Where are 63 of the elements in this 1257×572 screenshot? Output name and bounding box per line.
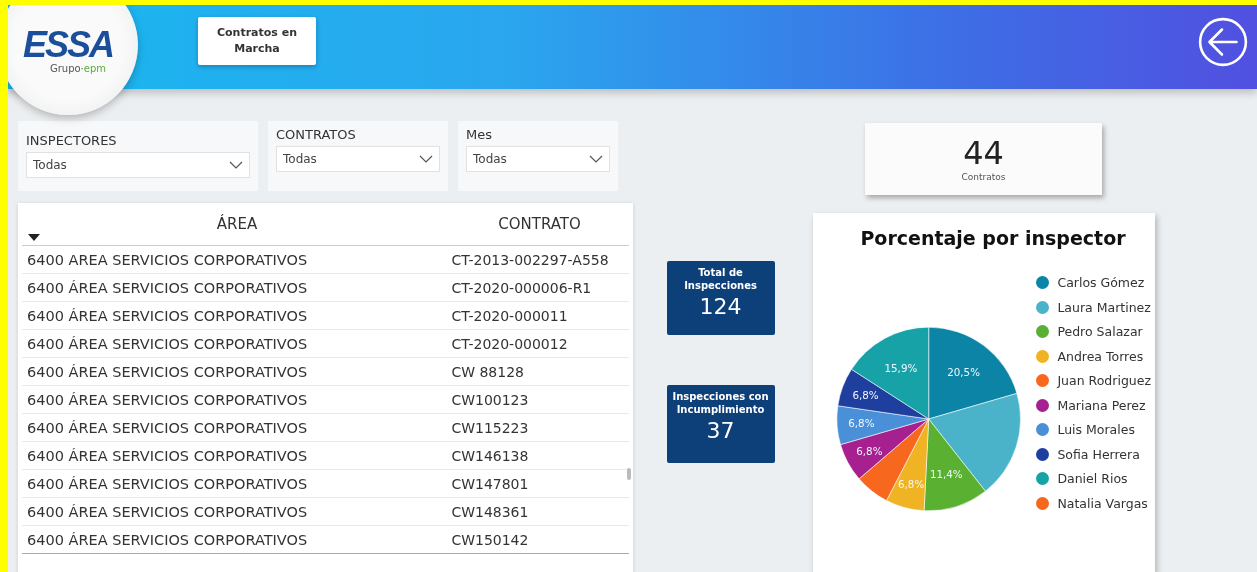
table-cell-text: CW115223 <box>450 419 530 436</box>
sort-down-icon[interactable] <box>28 234 40 241</box>
filter-label: INSPECTORES <box>26 133 118 148</box>
chevron-down-icon <box>229 161 243 169</box>
table-cell-text: CT-2020-000011 <box>450 307 569 324</box>
legend-label: Daniel Rios <box>1057 471 1128 486</box>
legend-label: Andrea Torres <box>1057 348 1144 364</box>
logo-text: ESSA <box>22 26 113 63</box>
kpi-label: Inspecciones con Incumplimiento <box>671 390 770 416</box>
filter-dropdown[interactable]: Todas <box>466 146 610 172</box>
legend-label: Sofia Herrera <box>1057 446 1140 462</box>
table-cell-text: CW 88128 <box>450 363 525 380</box>
table-cell-text: 6400 ÁREA SERVICIOS CORPORATIVOS <box>26 419 309 436</box>
table-cell-text: 6400 ÁREA SERVICIOS CORPORATIVOS <box>26 307 309 324</box>
table-cell-text: 6400 ÁREA SERVICIOS CORPORATIVOS <box>26 335 309 352</box>
contracts-value: 44 <box>963 136 1004 172</box>
filter-label: CONTRATOS <box>276 127 357 142</box>
legend-label: Pedro Salazar <box>1057 324 1143 339</box>
slice-label: 15,9% <box>884 361 918 374</box>
chart-title: Porcentaje por inspector <box>859 227 1127 249</box>
table-cell-text: 6400 AREA SERVICIOS CORPORATIVOS <box>26 251 309 268</box>
slice-label: 20,5% <box>947 366 980 379</box>
legend-label: Laura Martinez <box>1057 299 1151 315</box>
slice-label: 6,8% <box>852 389 879 402</box>
table-cell-text: CT-2013-002297-A558 <box>450 251 610 268</box>
legend-label: Luis Morales <box>1057 422 1135 437</box>
legend-label: Carlos Gómez <box>1057 275 1145 290</box>
table-cell-text: 6400 ÁREA SERVICIOS CORPORATIVOS <box>26 279 309 296</box>
filter-dropdown[interactable]: Todas <box>26 152 250 178</box>
chevron-down-icon <box>589 155 603 163</box>
legend-label: Juan Rodriguez <box>1057 373 1151 388</box>
logo-subtitle: Grupo·epm <box>49 62 107 74</box>
back-icon[interactable] <box>1197 16 1249 68</box>
nav-button[interactable]: Contratos en Marcha <box>198 17 316 65</box>
table-cell-text: CT-2020-000006-R1 <box>450 279 593 296</box>
filter-label: Mes <box>466 127 493 142</box>
chevron-down-icon <box>419 155 433 163</box>
table-cell-text: 6400 ÁREA SERVICIOS CORPORATIVOS <box>26 363 309 380</box>
kpi-value: 124 <box>698 294 743 319</box>
legend-label: Mariana Perez <box>1057 397 1146 413</box>
legend-label: Natalia Vargas <box>1057 495 1148 511</box>
slice-label: 6,8% <box>856 444 883 457</box>
slice-label: 11,4% <box>929 468 963 481</box>
table-cell-text: CW146138 <box>450 447 530 464</box>
slice-label: 6,8% <box>848 417 875 430</box>
table-cell-text: CT-2020-000012 <box>450 335 569 352</box>
table-cell-text: 6400 ÁREA SERVICIOS CORPORATIVOS <box>26 503 309 520</box>
slice-label: 6,8% <box>898 477 925 490</box>
table-cell-text: 6400 ÁREA SERVICIOS CORPORATIVOS <box>26 447 309 464</box>
table-cell-text: CW148361 <box>450 503 530 520</box>
scrollbar-thumb[interactable] <box>627 468 631 480</box>
kpi-label: Total de Inspecciones <box>683 266 758 292</box>
table-cell-text: 6400 ÁREA SERVICIOS CORPORATIVOS <box>26 475 309 492</box>
table-cell-text: CW100123 <box>450 391 530 408</box>
contracts-label: Contratos <box>961 171 1006 182</box>
filter-dropdown[interactable]: Todas <box>276 146 440 172</box>
table-cell-text: CW150142 <box>450 531 530 548</box>
table-cell-text: 6400 ÁREA SERVICIOS CORPORATIVOS <box>26 391 309 408</box>
table-cell-text: 6400 ÁREA SERVICIOS CORPORATIVOS <box>26 531 309 548</box>
table-cell-text: CW147801 <box>450 475 530 492</box>
kpi-value: 37 <box>705 418 736 443</box>
column-header[interactable]: ÁREA <box>216 215 258 233</box>
column-header[interactable]: CONTRATO <box>498 215 581 233</box>
